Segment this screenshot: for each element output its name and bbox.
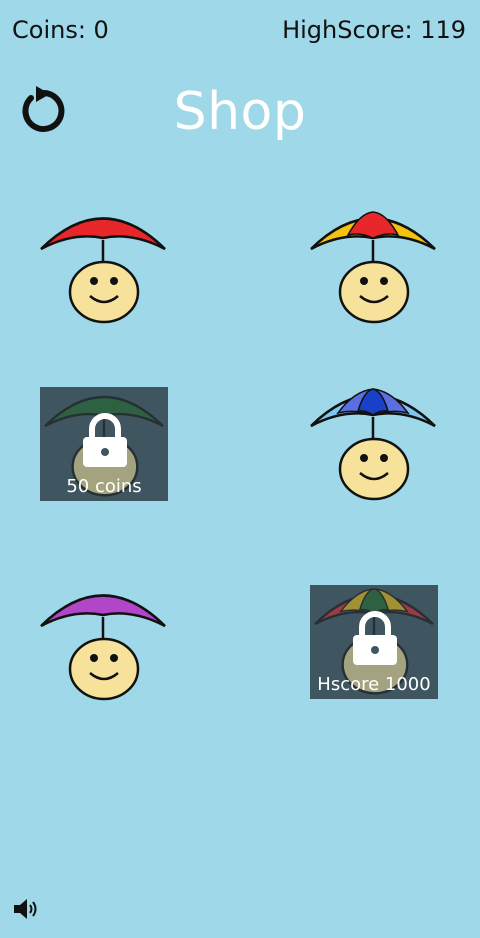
shop-item-purple-umbrella[interactable] xyxy=(38,585,168,705)
red-umbrella-character xyxy=(40,217,166,324)
shop-item-blue-umbrella[interactable] xyxy=(308,385,438,505)
yellow-red-umbrella-character xyxy=(310,211,436,324)
shop-item-red-umbrella[interactable] xyxy=(38,208,168,328)
shop-item-locked-multicolor-umbrella[interactable]: Hscore 1000 xyxy=(310,585,438,699)
padlock-icon xyxy=(83,413,127,467)
blue-umbrella-character xyxy=(310,388,436,501)
coins-counter: Coins: 0 xyxy=(12,16,109,44)
unlock-requirement-label: 50 coins xyxy=(66,476,142,497)
speaker-icon[interactable] xyxy=(12,896,40,922)
shop-item-locked-green-umbrella[interactable]: 50 coins xyxy=(40,387,168,501)
unlock-requirement-label: Hscore 1000 xyxy=(317,674,431,695)
shop-item-yellow-red-umbrella[interactable] xyxy=(308,208,438,328)
highscore-counter: HighScore: 119 xyxy=(282,16,466,44)
shop-title: Shop xyxy=(173,82,307,142)
purple-umbrella-character xyxy=(40,594,166,701)
padlock-icon xyxy=(353,611,397,665)
